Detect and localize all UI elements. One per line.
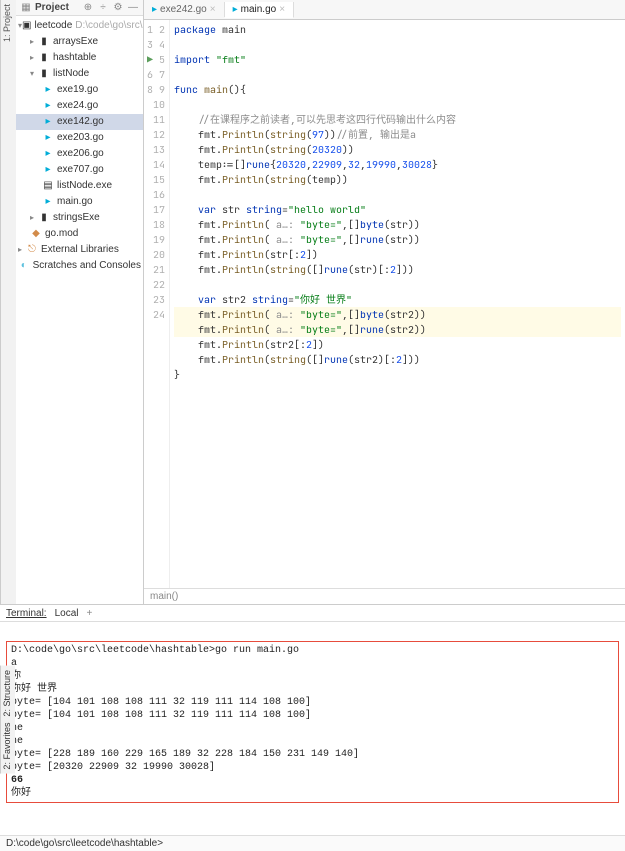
tree-label: exe142.go (57, 114, 104, 130)
tree-label: exe206.go (57, 146, 104, 162)
tree-file-exe203[interactable]: ▸exe203.go (16, 130, 143, 146)
tree-label: exe19.go (57, 82, 98, 98)
tab-main[interactable]: ▸ main.go × (225, 2, 294, 18)
terminal-session-local[interactable]: Local (55, 608, 79, 619)
tree-label: arraysExe (53, 34, 98, 50)
tree-folder-stringsExe[interactable]: ▸ ▮ stringsExe (16, 210, 143, 226)
terminal-label: Terminal: (6, 608, 47, 619)
folder-icon: ▮ (38, 212, 50, 224)
tree-label: Scratches and Consoles (33, 258, 141, 274)
tree-file-exe19[interactable]: ▸exe19.go (16, 82, 143, 98)
close-icon[interactable]: × (279, 4, 285, 15)
expand-icon[interactable]: ÷ (97, 2, 109, 13)
tree-root[interactable]: ▾ ▣ leetcode D:\code\go\src\lee (16, 18, 143, 34)
terminal-add-icon[interactable]: + (86, 608, 92, 619)
project-tree: ▾ ▣ leetcode D:\code\go\src\lee ▸ ▮ arra… (16, 16, 143, 276)
terminal-prompt-path[interactable]: D:\code\go\src\leetcode\hashtable> (0, 835, 625, 851)
gomod-file-icon: ◆ (30, 228, 42, 240)
code-content[interactable]: package main import "fmt" func main(){ /… (170, 20, 625, 588)
bottom-side-tabs: 2: Favorites 2: Structure (0, 666, 15, 774)
project-folder-icon: ▣ (22, 20, 31, 32)
scratch-icon: ◐ (18, 260, 30, 272)
tree-file-exe707[interactable]: ▸exe707.go (16, 162, 143, 178)
tree-label: stringsExe (53, 210, 100, 226)
chevron-down-icon: ▾ (30, 66, 38, 82)
project-header: ▦ Project ⊕ ÷ ⚙ — (16, 0, 143, 16)
go-file-icon: ▸ (42, 132, 54, 144)
favorites-tool-tab[interactable]: 2: Favorites (2, 723, 14, 770)
tree-folder-listNode[interactable]: ▾ ▮ listNode (16, 66, 143, 82)
library-icon: ⎋ (26, 244, 38, 256)
hide-icon[interactable]: — (127, 2, 139, 13)
tab-label: exe242.go (160, 4, 207, 15)
project-panel: ▦ Project ⊕ ÷ ⚙ — ▾ ▣ leetcode D:\code\g… (16, 0, 144, 604)
tree-path-hint: D:\code\go\src\lee (75, 18, 144, 34)
tree-folder-arraysExe[interactable]: ▸ ▮ arraysExe (16, 34, 143, 50)
exe-file-icon: ▤ (42, 180, 54, 192)
editor-breadcrumb[interactable]: main() (144, 588, 625, 604)
go-file-icon: ▸ (152, 4, 157, 15)
tree-file-listNodeExe[interactable]: ▤listNode.exe (16, 178, 143, 194)
project-view-icon: ▦ (20, 2, 32, 13)
terminal-panel: Terminal: Local + D:\code\go\src\leetcod… (0, 606, 625, 774)
tree-label: listNode (53, 66, 89, 82)
tree-file-exe206[interactable]: ▸exe206.go (16, 146, 143, 162)
project-header-title: Project (35, 2, 79, 13)
tree-file-exe24[interactable]: ▸exe24.go (16, 98, 143, 114)
tree-file-exe142[interactable]: ▸exe142.go (16, 114, 143, 130)
folder-icon: ▮ (38, 52, 50, 64)
go-file-icon: ▸ (42, 196, 54, 208)
structure-tool-tab[interactable]: 2: Structure (2, 670, 14, 717)
terminal-tabs: Terminal: Local + (0, 606, 625, 622)
gear-icon[interactable]: ⚙ (112, 2, 124, 13)
tree-file-main[interactable]: ▸main.go (16, 194, 143, 210)
editor-area: ▸ exe242.go × ▸ main.go × 1 2 3 4 ▶ 5 6 … (144, 0, 625, 604)
tree-scratches[interactable]: ◐ Scratches and Consoles (16, 258, 143, 274)
terminal-highlighted-output: D:\code\go\src\leetcode\hashtable>go run… (6, 641, 619, 803)
tree-label: exe707.go (57, 162, 104, 178)
go-file-icon: ▸ (42, 116, 54, 128)
editor-tabs: ▸ exe242.go × ▸ main.go × (144, 0, 625, 20)
project-tool-tab[interactable]: 1: Project (0, 0, 16, 604)
tree-folder-hashtable[interactable]: ▸ ▮ hashtable (16, 50, 143, 66)
folder-icon: ▮ (38, 36, 50, 48)
run-gutter-icon[interactable]: ▶ (147, 53, 153, 66)
tree-label: main.go (57, 194, 93, 210)
tab-exe242[interactable]: ▸ exe242.go × (144, 2, 225, 17)
tree-label: External Libraries (41, 242, 119, 258)
terminal-output[interactable]: D:\code\go\src\leetcode\hashtable>go run… (0, 622, 625, 835)
folder-icon: ▮ (38, 68, 50, 80)
chevron-right-icon: ▸ (30, 34, 38, 50)
go-file-icon: ▸ (233, 4, 238, 15)
close-icon[interactable]: × (210, 4, 216, 15)
tree-label: exe24.go (57, 98, 98, 114)
chevron-right-icon: ▸ (30, 210, 38, 226)
tree-label: hashtable (53, 50, 96, 66)
tree-file-gomod[interactable]: ◆go.mod (16, 226, 143, 242)
tree-label: go.mod (45, 226, 78, 242)
tree-label: leetcode (34, 18, 72, 34)
tree-label: exe203.go (57, 130, 104, 146)
chevron-right-icon: ▸ (18, 242, 26, 258)
go-file-icon: ▸ (42, 84, 54, 96)
go-file-icon: ▸ (42, 100, 54, 112)
tree-label: listNode.exe (57, 178, 112, 194)
line-gutter: 1 2 3 4 ▶ 5 6 7 8 9 10 11 12 13 14 15 16… (144, 20, 170, 588)
tab-label: main.go (241, 4, 277, 15)
chevron-right-icon: ▸ (30, 50, 38, 66)
code-editor[interactable]: 1 2 3 4 ▶ 5 6 7 8 9 10 11 12 13 14 15 16… (144, 20, 625, 588)
go-file-icon: ▸ (42, 164, 54, 176)
tree-external-libraries[interactable]: ▸ ⎋ External Libraries (16, 242, 143, 258)
go-file-icon: ▸ (42, 148, 54, 160)
target-icon[interactable]: ⊕ (82, 2, 94, 13)
